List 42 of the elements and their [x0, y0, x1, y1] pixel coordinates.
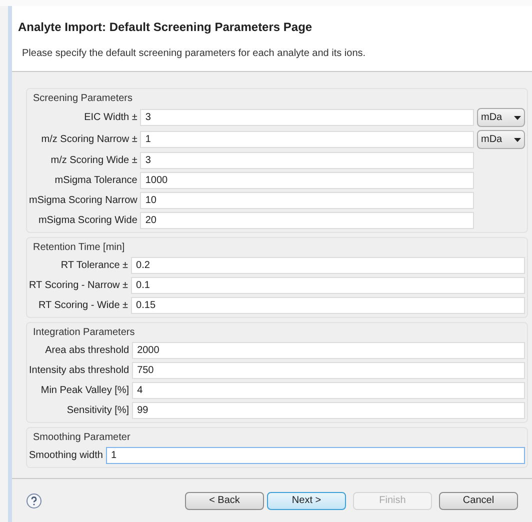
field-label: m/z Scoring Narrow ± [40, 133, 138, 147]
window-title: Analyte Import: Default Screening Parameters Page [18, 19, 314, 36]
input-field[interactable]: 0.1 [131, 277, 525, 294]
input-field[interactable]: 4 [132, 382, 525, 399]
field-label: Area abs threshold [44, 344, 130, 358]
input-field[interactable]: 20 [140, 212, 474, 229]
dropdown-arrow-icon [514, 116, 521, 120]
input-field[interactable]: 1 [106, 447, 525, 464]
input-field[interactable]: 10 [140, 192, 474, 209]
input-field[interactable]: 0.15 [131, 297, 525, 314]
field-label: RT Tolerance ± [60, 259, 128, 273]
field-label: EIC Width ± [83, 111, 138, 125]
unit-dropdown[interactable]: mDa [477, 108, 525, 127]
input-field[interactable]: 3 [140, 152, 474, 169]
input-field[interactable]: 0.2 [131, 257, 525, 274]
input-field[interactable]: 2000 [132, 342, 525, 359]
group-title: Retention Time [min] [32, 241, 126, 255]
wizard-button[interactable]: Cancel [439, 492, 518, 510]
field-label: m/z Scoring Wide ± [50, 154, 138, 168]
field-label: RT Scoring - Narrow ± [29, 279, 128, 293]
field-label: mSigma Scoring Narrow [29, 194, 138, 208]
input-field[interactable]: 1 [140, 131, 474, 148]
field-label: Smoothing width [29, 449, 103, 463]
field-label: Min Peak Valley [%] [40, 384, 130, 398]
input-field[interactable]: 3 [140, 109, 474, 126]
field-label: mSigma Tolerance [54, 174, 138, 188]
group-title: Integration Parameters [32, 326, 136, 340]
group-title: Screening Parameters [32, 92, 134, 106]
field-label: Intensity abs threshold [29, 364, 130, 378]
input-field[interactable]: 1000 [140, 172, 474, 189]
input-field[interactable]: 99 [132, 402, 525, 419]
wizard-button[interactable]: < Back [185, 492, 264, 510]
input-field[interactable]: 750 [132, 362, 525, 379]
wizard-button[interactable]: Next > [267, 492, 346, 510]
page-description: Please specify the default screening parameters for each analyte and its ions. [21, 47, 367, 61]
field-label: mSigma Scoring Wide [37, 214, 138, 228]
dropdown-arrow-icon [514, 138, 521, 142]
help-icon [26, 492, 42, 508]
unit-dropdown[interactable]: mDa [477, 130, 525, 149]
group-title: Smoothing Parameter [32, 431, 132, 445]
field-label: Sensitivity [%] [66, 404, 130, 418]
field-label: RT Scoring - Wide ± [37, 299, 128, 313]
